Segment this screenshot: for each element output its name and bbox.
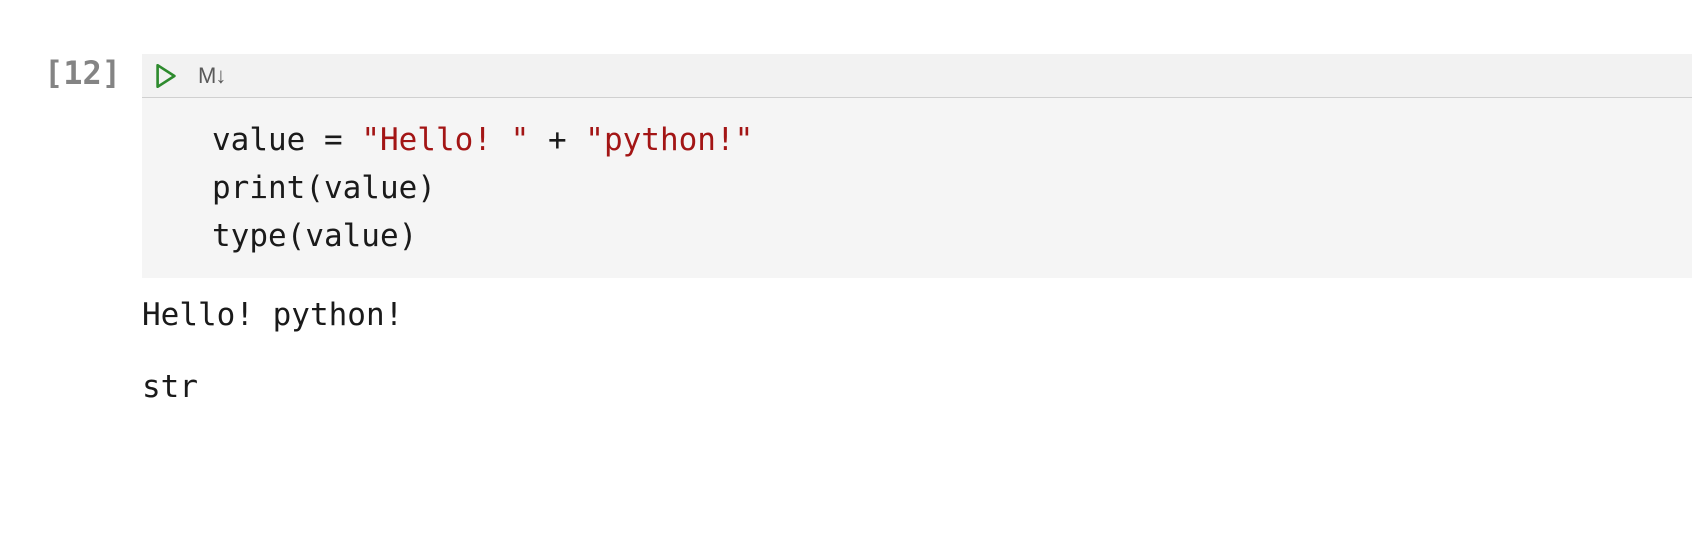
code-string-token: "Hello! " xyxy=(361,122,529,158)
code-token: value xyxy=(212,122,324,158)
code-token: + xyxy=(529,122,585,158)
cell-output: Hello! python! str xyxy=(142,278,1692,409)
notebook-cell: [12] M↓ value = "Hello! " + "python!" pr… xyxy=(0,0,1692,437)
code-token: type(value) xyxy=(212,218,417,254)
cell-toolbar: M↓ xyxy=(142,54,1692,98)
code-editor[interactable]: value = "Hello! " + "python!" print(valu… xyxy=(142,98,1692,278)
markdown-toggle[interactable]: M↓ xyxy=(198,63,225,89)
code-string-token: "python!" xyxy=(585,122,753,158)
output-stdout: Hello! python! xyxy=(142,294,1692,337)
code-token: = xyxy=(324,122,361,158)
run-icon[interactable] xyxy=(156,64,176,88)
output-result: str xyxy=(142,366,1692,409)
code-token: print(value) xyxy=(212,170,436,206)
execution-count: [12] xyxy=(44,54,130,92)
cell-body: M↓ value = "Hello! " + "python!" print(v… xyxy=(142,54,1692,437)
